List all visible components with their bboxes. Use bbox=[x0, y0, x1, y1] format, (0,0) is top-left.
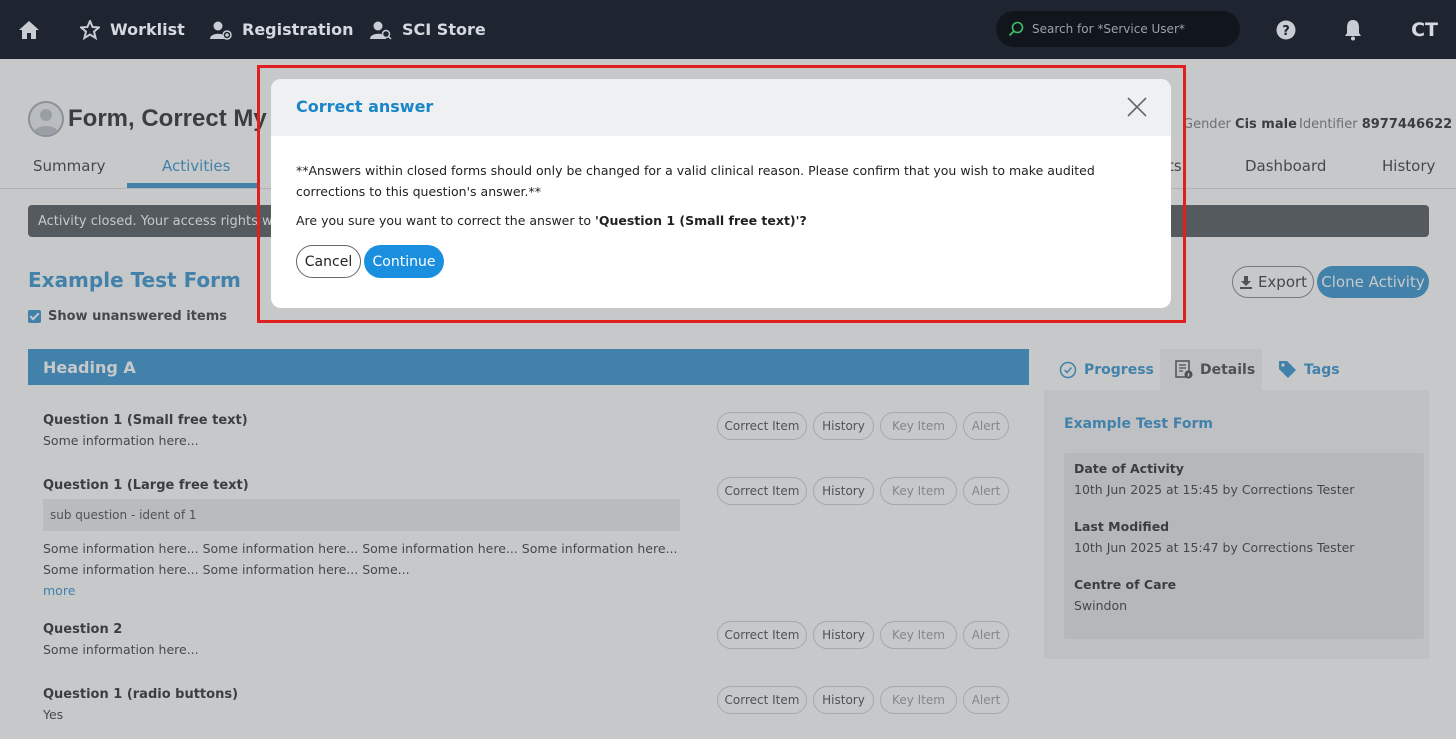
question-target: 'Question 1 (Small free text)' bbox=[595, 213, 800, 228]
nav-sci-store[interactable]: SCI Store bbox=[370, 0, 486, 59]
star-icon bbox=[80, 19, 100, 40]
top-navigation: Worklist Registration SCI Store ? CT bbox=[0, 0, 1456, 59]
continue-button[interactable]: Continue bbox=[364, 245, 444, 278]
notifications-button[interactable] bbox=[1343, 0, 1363, 59]
help-button[interactable]: ? bbox=[1276, 0, 1296, 59]
nav-worklist-label: Worklist bbox=[110, 20, 185, 39]
search-box[interactable] bbox=[996, 11, 1240, 47]
user-menu[interactable]: CT bbox=[1411, 0, 1438, 59]
dialog-warning: **Answers within closed forms should onl… bbox=[296, 163, 1095, 199]
add-user-icon bbox=[210, 21, 232, 40]
search-icon bbox=[1008, 21, 1024, 37]
home-button[interactable] bbox=[18, 0, 40, 59]
dialog-header: Correct answer bbox=[271, 79, 1171, 136]
nav-worklist[interactable]: Worklist bbox=[80, 0, 185, 59]
nav-registration[interactable]: Registration bbox=[210, 0, 353, 59]
dialog-question: Are you sure you want to correct the ans… bbox=[296, 213, 807, 228]
question-prefix: Are you sure you want to correct the ans… bbox=[296, 213, 595, 228]
dialog-title: Correct answer bbox=[296, 97, 434, 116]
svg-text:?: ? bbox=[1282, 24, 1290, 39]
search-input[interactable] bbox=[1032, 22, 1222, 36]
cancel-button[interactable]: Cancel bbox=[296, 245, 361, 278]
close-icon[interactable] bbox=[1126, 96, 1148, 118]
help-icon: ? bbox=[1276, 20, 1296, 39]
user-search-icon bbox=[370, 21, 392, 40]
bell-icon bbox=[1345, 19, 1361, 40]
correct-answer-dialog: Correct answer **Answers within closed f… bbox=[271, 79, 1171, 308]
nav-sci-store-label: SCI Store bbox=[402, 20, 486, 39]
question-suffix: ? bbox=[799, 213, 807, 228]
home-icon bbox=[19, 20, 39, 39]
nav-registration-label: Registration bbox=[242, 20, 354, 39]
